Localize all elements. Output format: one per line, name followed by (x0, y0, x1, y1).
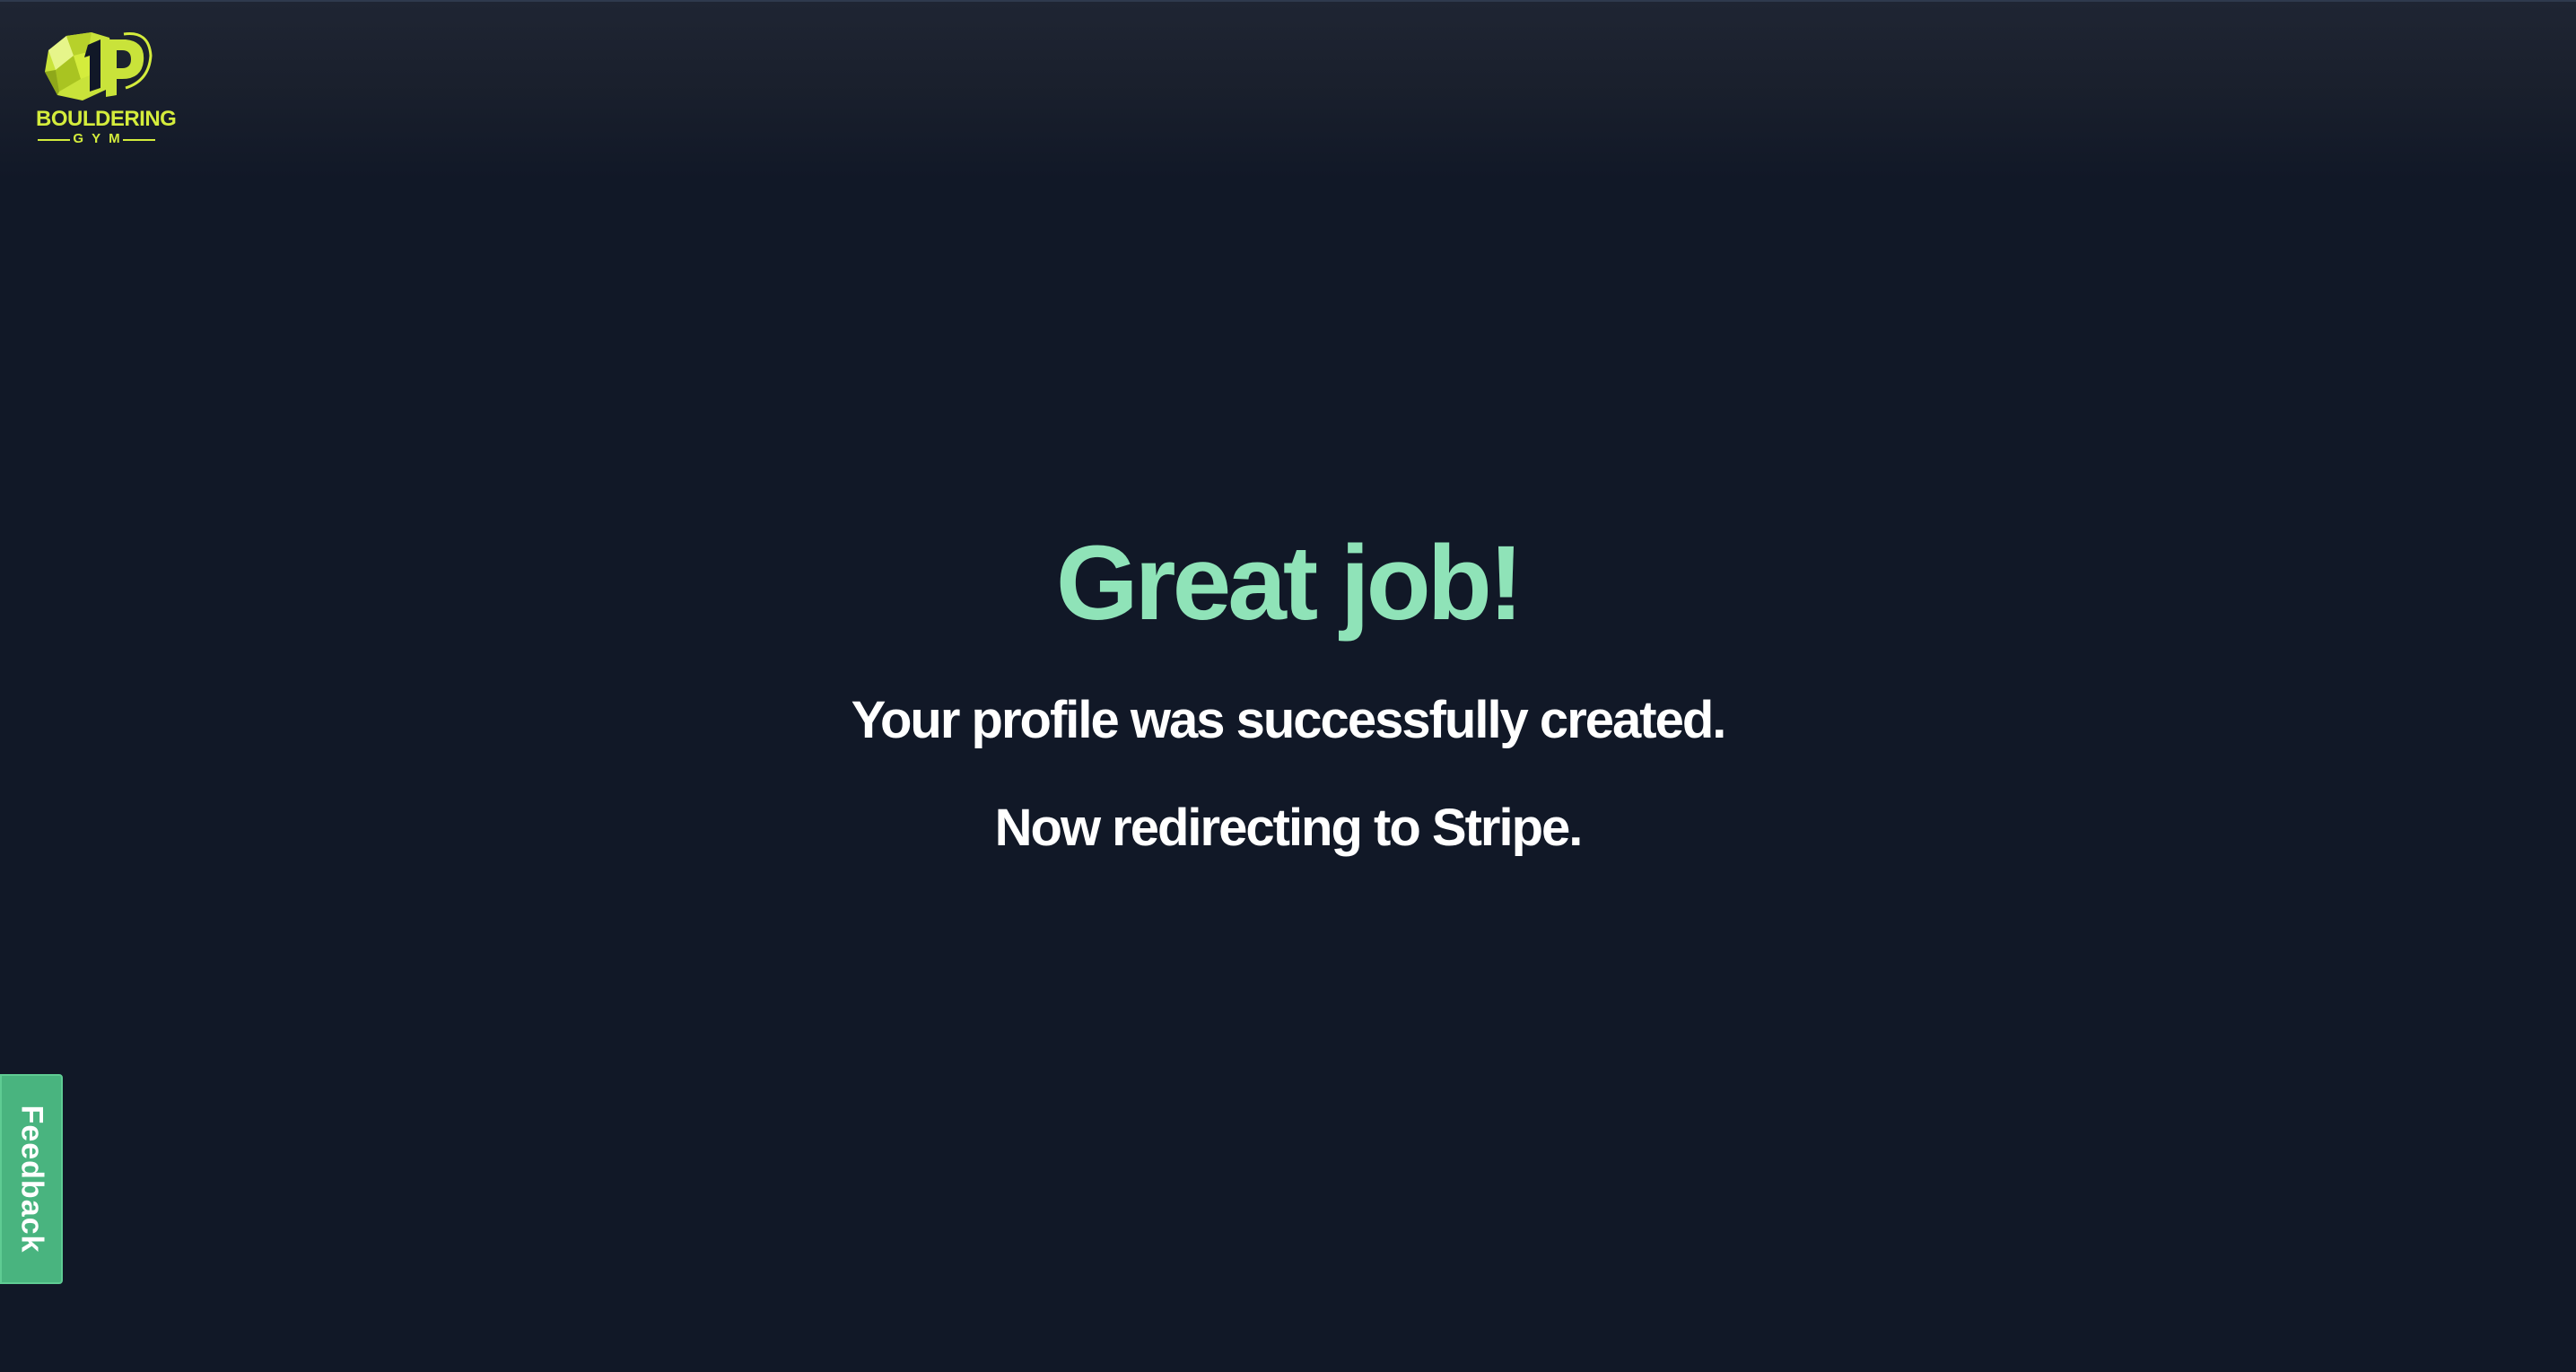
redirect-message: Now redirecting to Stripe. (994, 799, 1584, 857)
brand-subtitle: GYM (36, 131, 157, 147)
brand-subtitle-line-right (123, 139, 155, 141)
brand-logo[interactable]: BOULDERING GYM (36, 25, 177, 147)
header-bar (0, 0, 2576, 179)
feedback-button[interactable]: Feedback (0, 1074, 63, 1284)
success-headline: Great job! (1055, 524, 1524, 642)
profile-created-message: Your profile was successfully created. (851, 691, 1727, 749)
bouldering-gym-logo-icon (45, 32, 153, 100)
success-panel: Great job! Your profile was successfully… (0, 520, 2576, 860)
feedback-label: Feedback (14, 1105, 49, 1254)
brand-name: BOULDERING (36, 107, 177, 131)
